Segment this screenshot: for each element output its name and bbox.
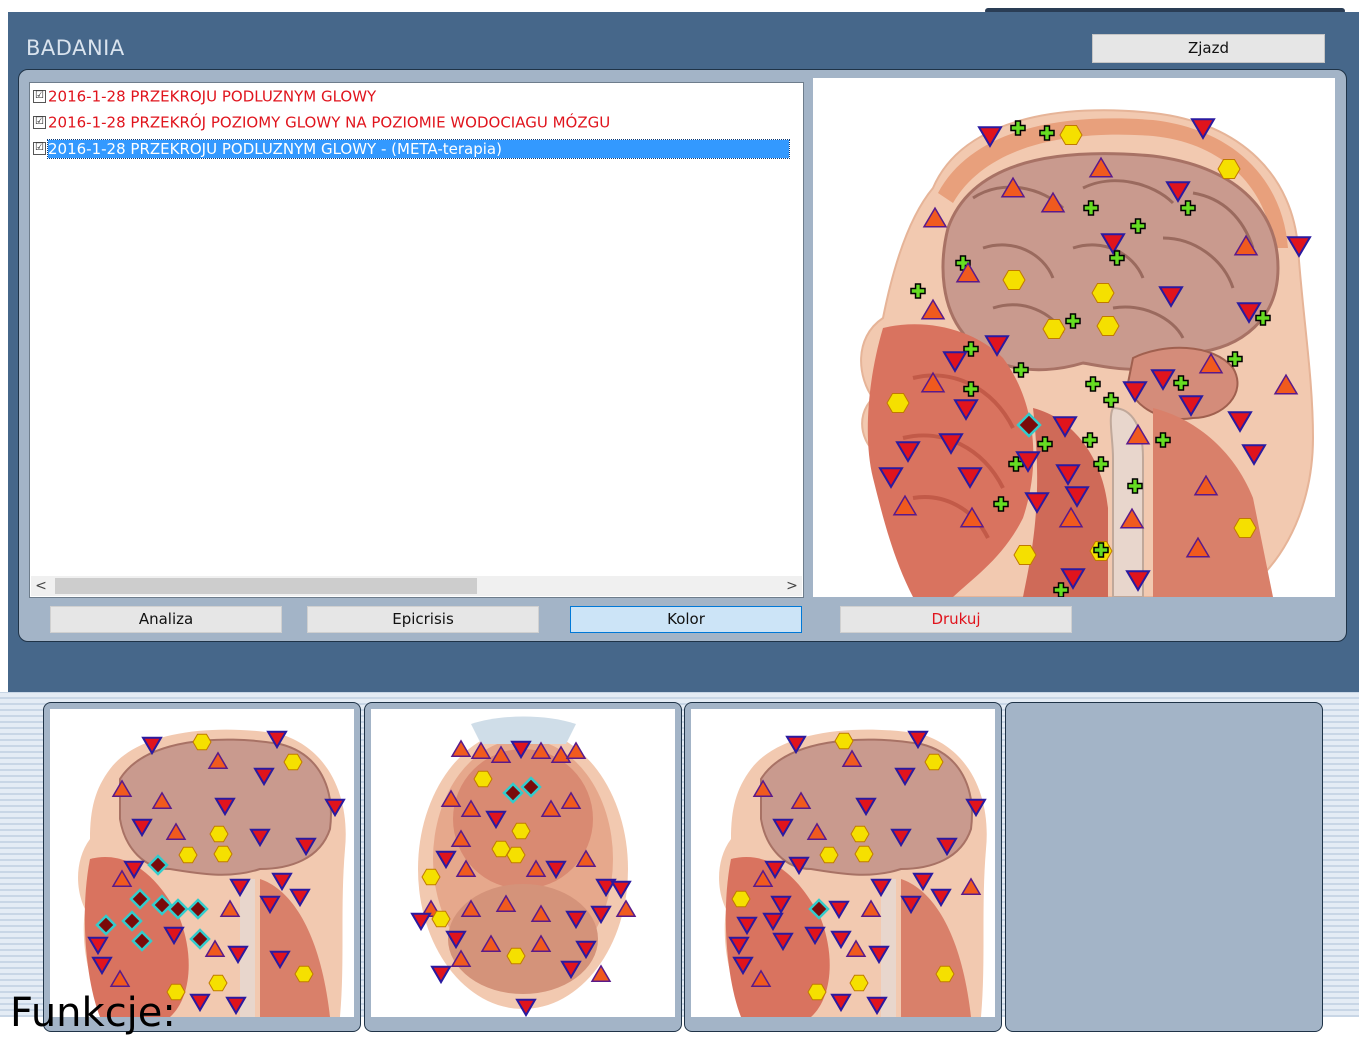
marker-hexagon (421, 868, 441, 886)
checkbox[interactable]: ☑ (33, 90, 46, 103)
scroll-thumb[interactable] (55, 578, 477, 594)
marker-hexagon (1091, 282, 1115, 304)
thumbnail-sagittal-2[interactable] (691, 709, 995, 1017)
color-button[interactable]: Kolor (570, 606, 802, 633)
scroll-left-icon[interactable]: < (31, 576, 51, 596)
marker-hexagon (506, 947, 526, 965)
marker-hexagon (1013, 544, 1037, 566)
print-button[interactable]: Drukuj (840, 606, 1072, 633)
marker-hexagon (506, 846, 526, 864)
marker-hexagon (854, 845, 874, 863)
thumbnail-illustration (78, 729, 346, 1017)
study-label: 2016-1-28 PRZEKROJU PODLUZNYM GLOWY - (M… (47, 138, 790, 159)
marker-hexagon (886, 392, 910, 414)
marker-hexagon (834, 732, 854, 750)
marker-hexagon (924, 753, 944, 771)
thumbnail-axial[interactable] (371, 709, 675, 1017)
thumbnail-illustration (719, 729, 987, 1017)
study-label: 2016-1-28 PRZEKRÓJ POZIOMY GLOWY NA POZI… (48, 113, 611, 132)
marker-hexagon (850, 825, 870, 843)
epicrisis-button[interactable]: Epicrisis (307, 606, 539, 633)
marker-hexagon (192, 733, 212, 751)
marker-hexagon (1217, 158, 1241, 180)
marker-triangle-down (430, 965, 452, 985)
head-section-illustration (860, 109, 1315, 597)
thumbnail-illustration (410, 716, 637, 1017)
marker-hexagon (1233, 517, 1257, 539)
section-title: BADANIA (26, 36, 125, 60)
exit-button[interactable]: Zjazd (1092, 34, 1325, 63)
scroll-right-icon[interactable]: > (782, 576, 802, 596)
checkbox[interactable]: ☑ (33, 116, 46, 129)
head-section-image[interactable] (813, 78, 1335, 597)
study-label: 2016-1-28 PRZEKROJU PODLUZNYM GLOWY (48, 87, 377, 106)
analyze-button[interactable]: Analiza (50, 606, 282, 633)
marker-hexagon (1096, 315, 1120, 337)
horizontal-scrollbar[interactable]: < > (31, 576, 802, 596)
marker-hexagon (208, 974, 228, 992)
list-item[interactable]: ☑ 2016-1-28 PRZEKROJU PODLUZNYM GLOWY (33, 85, 803, 107)
list-item[interactable]: ☑ 2016-1-28 PRZEKRÓJ POZIOMY GLOWY NA POZ… (33, 111, 803, 133)
marker-hexagon (1042, 318, 1066, 340)
marker-hexagon (819, 846, 839, 864)
marker-hexagon (731, 890, 751, 908)
marker-hexagon (1059, 124, 1083, 146)
marker-hexagon (209, 825, 229, 843)
marker-hexagon (473, 770, 493, 788)
marker-hexagon (511, 822, 531, 840)
marker-triangle-up (450, 739, 472, 757)
marker-hexagon (807, 983, 827, 1001)
marker-hexagon (178, 846, 198, 864)
thumbnail-sagittal-1[interactable] (50, 709, 354, 1017)
studies-list[interactable]: ☑ 2016-1-28 PRZEKROJU PODLUZNYM GLOWY ☑ 20… (29, 82, 804, 598)
marker-hexagon (283, 753, 303, 771)
marker-hexagon (294, 965, 314, 983)
marker-hexagon (431, 910, 451, 928)
marker-hexagon (849, 974, 869, 992)
marker-hexagon (213, 845, 233, 863)
list-item-selected[interactable]: ☑ 2016-1-28 PRZEKROJU PODLUZNYM GLOWY - (… (33, 137, 803, 159)
functions-label: Funkcje: (10, 990, 176, 1036)
marker-hexagon (1002, 269, 1026, 291)
checkbox[interactable]: ☑ (33, 142, 46, 155)
thumbnail-frame-empty (1005, 702, 1323, 1032)
marker-hexagon (935, 965, 955, 983)
